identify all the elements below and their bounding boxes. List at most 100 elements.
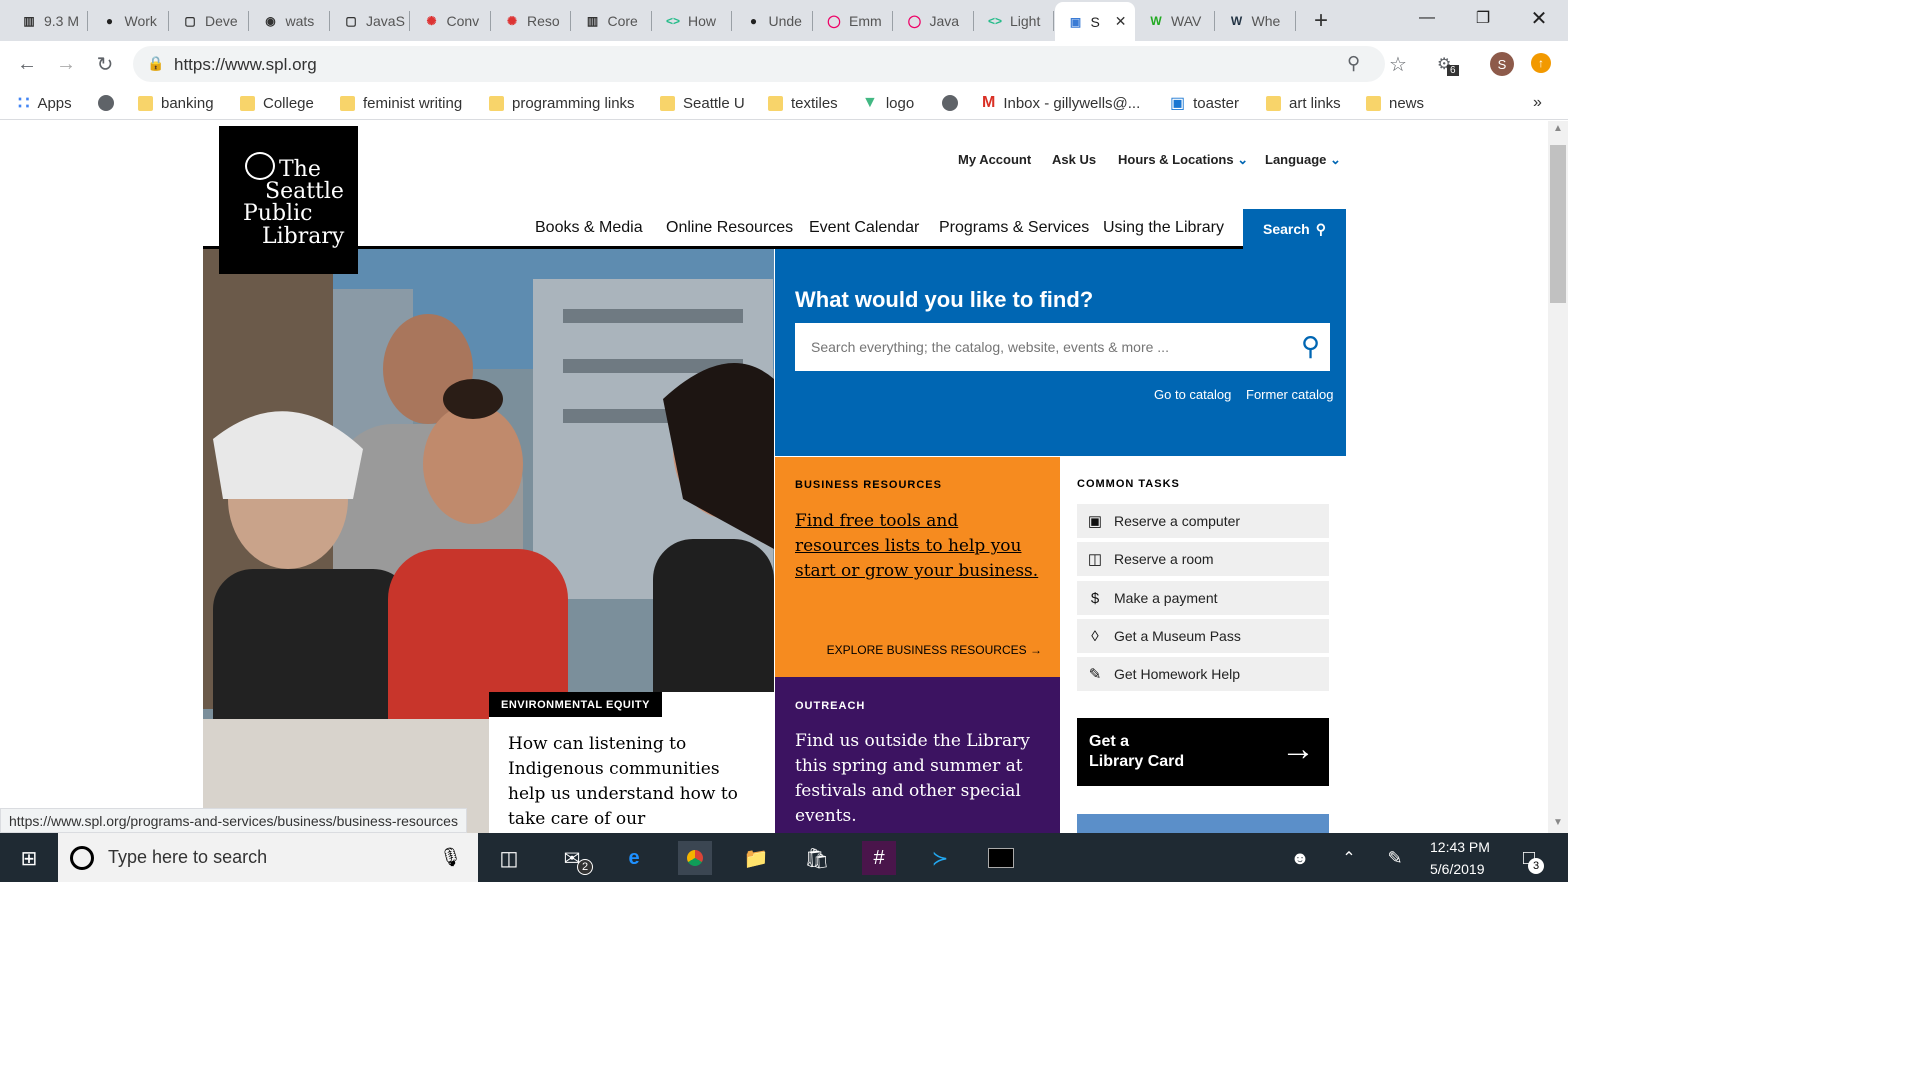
bookmark-item[interactable]: news (1366, 93, 1424, 113)
tray-chevron-icon[interactable]: ⌃ (1332, 841, 1366, 875)
explore-business-link[interactable]: EXPLORE BUSINESS RESOURCES → (827, 643, 1042, 657)
browser-tab[interactable]: <> How (652, 4, 732, 37)
action-center-icon[interactable]: □ 3 (1512, 841, 1546, 875)
chrome-icon[interactable] (678, 841, 712, 875)
windows-start-icon[interactable]: ⊞ (12, 841, 46, 875)
browser-tab[interactable]: ● Work (89, 4, 169, 37)
profile-avatar[interactable]: S (1490, 52, 1514, 76)
file-explorer-icon[interactable]: 📁 (739, 841, 773, 875)
hours-locations-link[interactable]: Hours & Locations ⌄ (1118, 152, 1248, 168)
terminal-icon[interactable] (984, 841, 1018, 875)
business-link[interactable]: Find free tools and resources lists to h… (795, 509, 1040, 584)
edge-icon[interactable]: e (617, 841, 651, 875)
nav-event-calendar[interactable]: Event Calendar (809, 219, 919, 237)
browser-tab[interactable]: ◯ Emm (813, 4, 893, 37)
partial-blue-button[interactable] (1077, 814, 1329, 833)
catalog-search-field[interactable]: ⚲ (795, 323, 1330, 371)
search-icon[interactable]: ⚲ (1301, 331, 1320, 362)
browser-tab[interactable]: ▥ Core (572, 4, 652, 37)
reload-button[interactable]: ↻ (90, 49, 120, 79)
browser-tab[interactable]: ▣ S ✕ (1054, 2, 1135, 41)
browser-tab[interactable]: <> Light (974, 4, 1054, 37)
outreach-card[interactable]: OUTREACH Find us outside the Library thi… (775, 677, 1060, 833)
environmental-equity-text[interactable]: How can listening to Indigenous communit… (508, 732, 758, 833)
task-reserve-computer[interactable]: ▣ Reserve a computer (1077, 504, 1329, 538)
scroll-down-icon[interactable]: ▼ (1553, 817, 1563, 828)
browser-tab[interactable]: ▢ Deve (169, 4, 249, 37)
clock-date[interactable]: 5/6/2019 (1430, 861, 1485, 877)
bookmark-item[interactable]: ▼ logo (862, 93, 914, 113)
microphone-icon[interactable]: 🎙 (439, 847, 462, 868)
nav-online-resources[interactable]: Online Resources (666, 219, 793, 237)
update-icon[interactable]: ↑ (1531, 53, 1551, 73)
browser-tab[interactable]: ✺ Conv (411, 4, 491, 37)
task-make-payment[interactable]: $ Make a payment (1077, 581, 1329, 615)
close-tab-icon[interactable]: ✕ (1115, 13, 1127, 30)
close-window-button[interactable]: ✕ (1512, 0, 1566, 36)
spl-logo[interactable]: The Seattle Public Library (219, 126, 358, 274)
bookmark-item[interactable]: art links (1266, 93, 1341, 113)
restore-button[interactable]: ❐ (1456, 0, 1510, 36)
page-scrollbar[interactable]: ▲ ▼ (1548, 121, 1568, 833)
bookmark-item[interactable]: College (240, 93, 314, 113)
go-to-catalog-link[interactable]: Go to catalog (1154, 387, 1231, 402)
nav-using-library[interactable]: Using the Library (1103, 219, 1224, 237)
bookmark-item[interactable] (942, 93, 958, 113)
more-bookmarks-icon[interactable]: » (1533, 94, 1542, 112)
store-icon[interactable]: 🛍 (800, 841, 834, 875)
forward-button[interactable]: → (51, 49, 81, 79)
business-resources-card[interactable]: BUSINESS RESOURCES Find free tools and r… (775, 457, 1060, 677)
lock-icon: 🔒 (147, 55, 165, 71)
bookmark-item[interactable] (98, 93, 114, 113)
bookmark-item[interactable]: ∷ Apps (18, 93, 72, 113)
outreach-text[interactable]: Find us outside the Library this spring … (795, 729, 1045, 829)
address-bar[interactable]: 🔒 https://www.spl.org ⚲ (133, 46, 1385, 82)
zoom-icon[interactable]: ⚲ (1347, 53, 1360, 74)
browser-tab[interactable]: ▢ JavaS (330, 4, 410, 37)
task-homework-help[interactable]: ✎ Get Homework Help (1077, 657, 1329, 691)
search-nav-button[interactable]: Search ⚲ (1243, 209, 1346, 249)
mail-icon[interactable]: ✉ 2 (555, 841, 593, 875)
library-card-button[interactable]: Get a Library Card → (1077, 718, 1329, 786)
browser-tab[interactable]: ✺ Reso (491, 4, 571, 37)
tab-title: Emm (849, 12, 882, 29)
scroll-thumb[interactable] (1550, 145, 1566, 303)
bookmark-item[interactable]: programming links (489, 93, 635, 113)
former-catalog-link[interactable]: Former catalog (1246, 387, 1333, 402)
browser-tab[interactable]: W WAV (1135, 4, 1215, 37)
minimize-button[interactable]: — (1400, 0, 1454, 36)
clock-time[interactable]: 12:43 PM (1430, 839, 1490, 855)
nav-books-media[interactable]: Books & Media (535, 219, 643, 237)
browser-tab[interactable]: ◉ wats (250, 4, 330, 37)
language-link[interactable]: Language ⌄ (1265, 152, 1341, 168)
nav-programs-services[interactable]: Programs & Services (939, 219, 1089, 237)
square-icon: ▢ (184, 13, 196, 28)
browser-tab[interactable]: ◯ Java (894, 4, 974, 37)
bookmark-item[interactable]: textiles (768, 93, 838, 113)
back-button[interactable]: ← (12, 49, 42, 79)
extension-icon[interactable]: ⚙ 6 (1437, 54, 1459, 76)
environmental-equity-card[interactable]: ENVIRONMENTAL EQUITY How can listening t… (489, 692, 774, 833)
my-account-link[interactable]: My Account (958, 152, 1031, 167)
browser-tab[interactable]: W Whe (1216, 4, 1296, 37)
bookmark-item[interactable]: Seattle U (660, 93, 745, 113)
task-view-icon[interactable]: ◫ (492, 841, 526, 875)
new-tab-button[interactable]: + (1306, 6, 1336, 36)
task-reserve-room[interactable]: ◫ Reserve a room (1077, 542, 1329, 576)
people-icon[interactable]: ☻ (1283, 841, 1317, 875)
catalog-search-input[interactable] (795, 323, 1275, 371)
ask-us-link[interactable]: Ask Us (1052, 152, 1096, 167)
bookmark-item[interactable]: feminist writing (340, 93, 462, 113)
bookmark-item[interactable]: banking (138, 93, 214, 113)
scroll-up-icon[interactable]: ▲ (1553, 123, 1563, 134)
bookmark-item[interactable]: M Inbox - gillywells@... (982, 93, 1140, 113)
slack-icon[interactable]: # (862, 841, 896, 875)
task-museum-pass[interactable]: ◊ Get a Museum Pass (1077, 619, 1329, 653)
taskbar-search-box[interactable]: Type here to search 🎙 (58, 833, 478, 882)
pen-icon[interactable]: ✎ (1378, 841, 1412, 875)
bookmark-item[interactable]: ▣ toaster (1170, 93, 1239, 113)
vscode-icon[interactable]: ≻ (923, 841, 957, 875)
browser-tab[interactable]: ▥ 9.3 M (8, 4, 88, 37)
browser-tab[interactable]: ● Unde (733, 4, 813, 37)
bookmark-star-icon[interactable]: ☆ (1383, 49, 1413, 79)
